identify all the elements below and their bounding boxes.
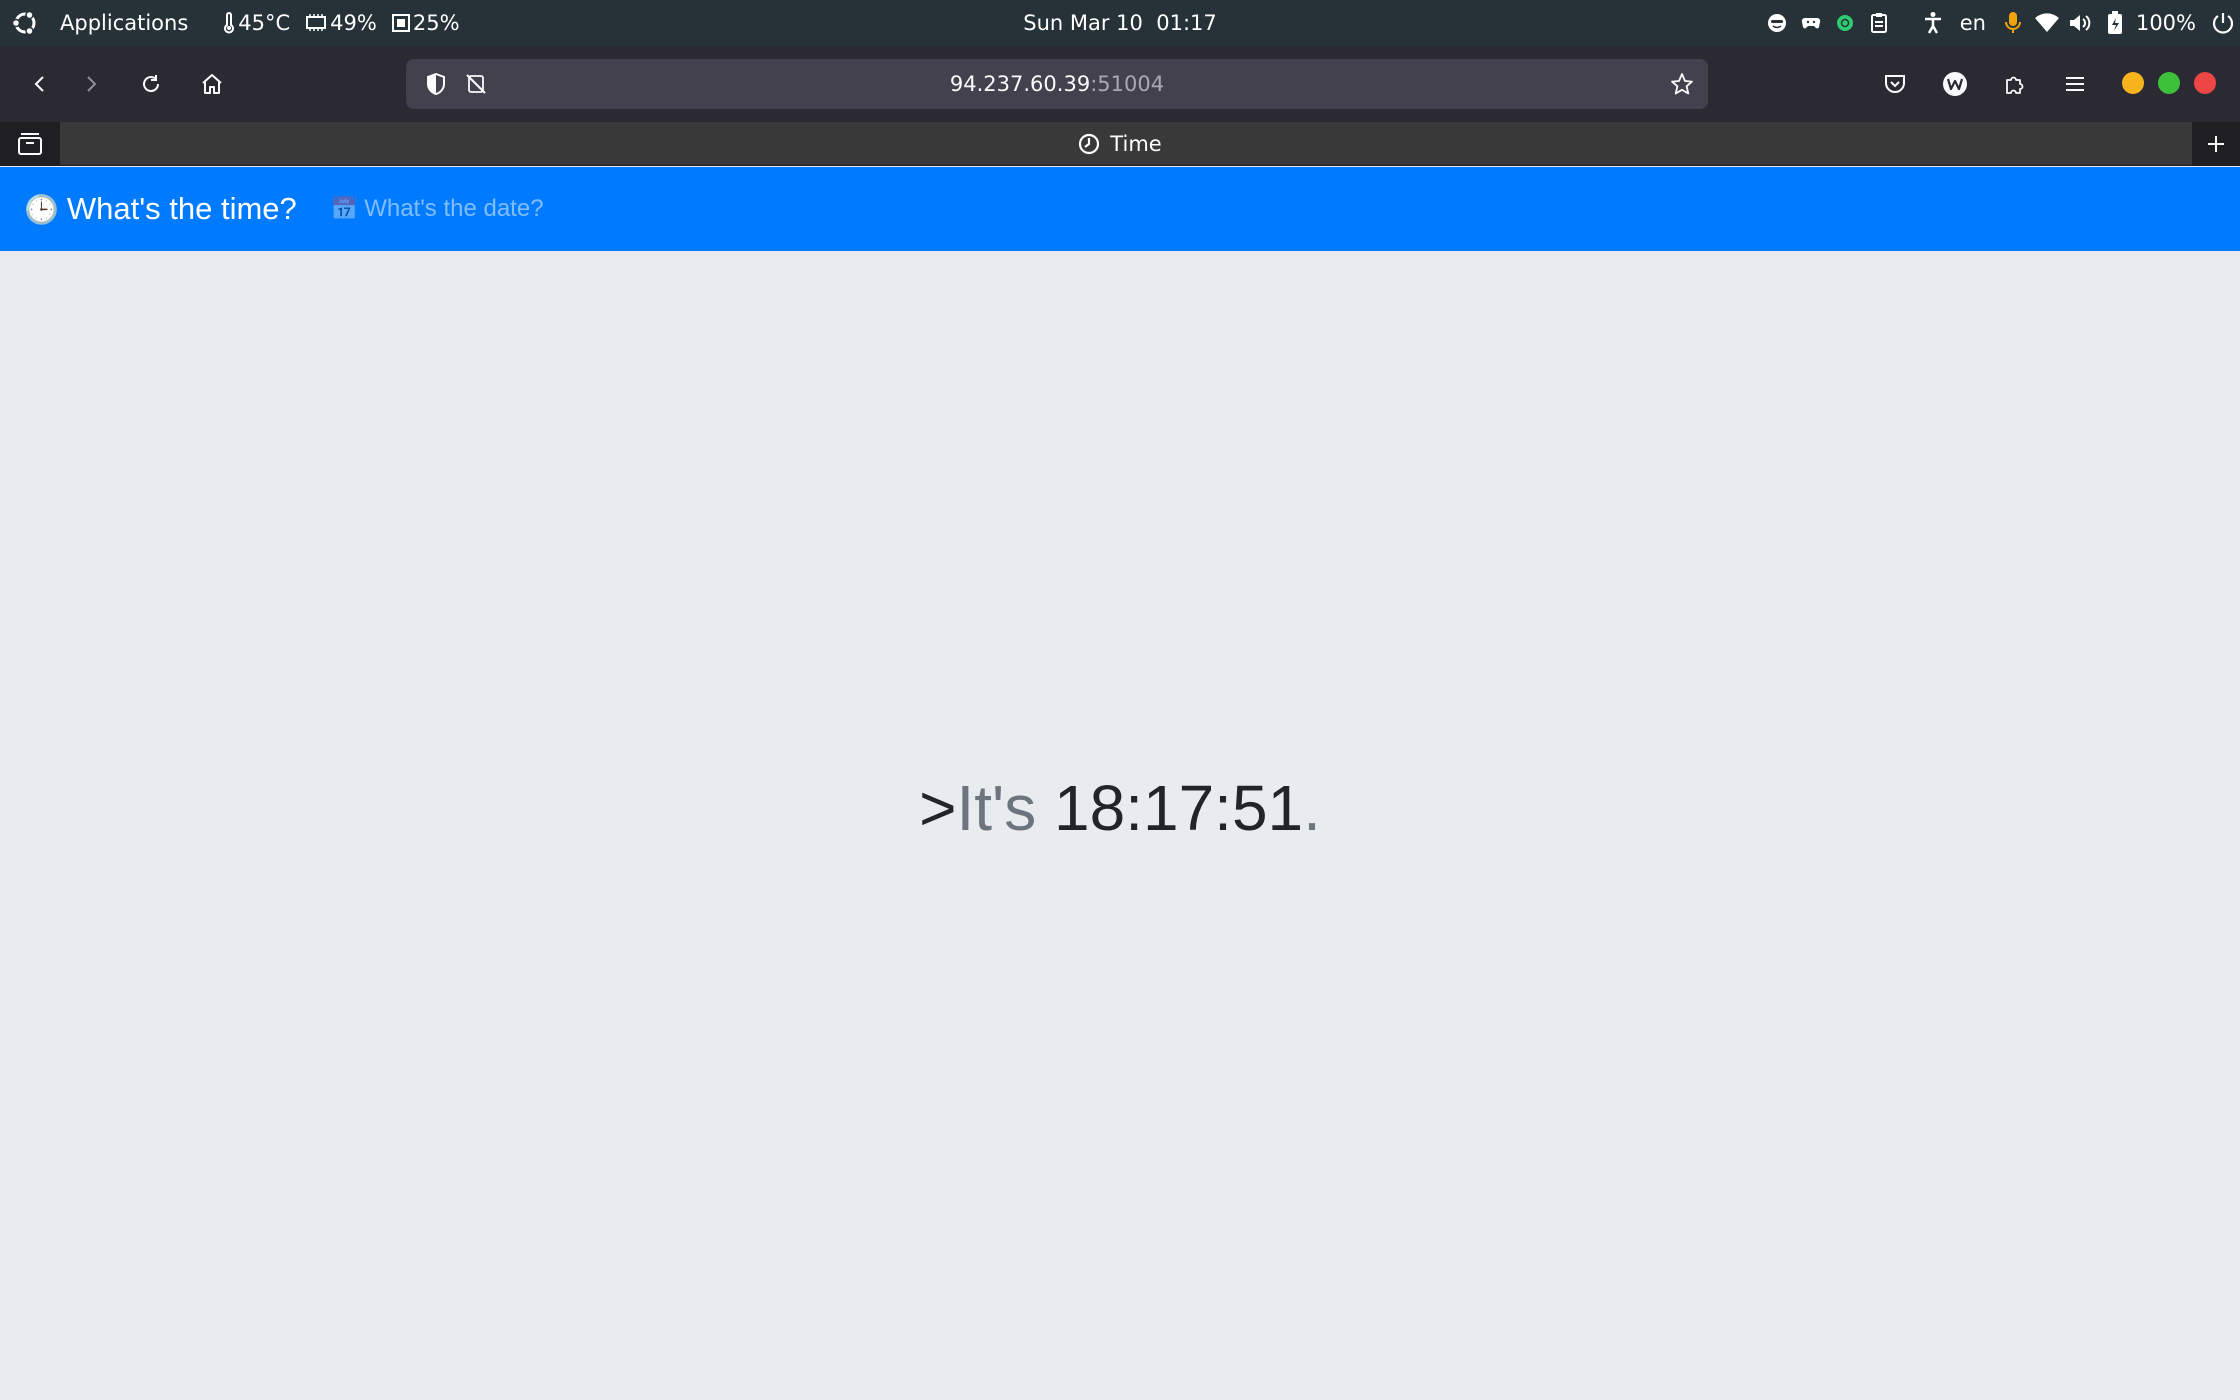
site-navbar: 🕒 What's the time? 📅 What's the date? xyxy=(0,167,2240,251)
volume-icon[interactable] xyxy=(2064,0,2098,46)
minimize-window-button[interactable] xyxy=(2122,72,2144,94)
page-body: >It's 18:17:51. xyxy=(0,251,2240,1400)
brand-label: What's the time? xyxy=(66,191,297,226)
date-link-label: What's the date? xyxy=(364,195,544,222)
keyboard-language[interactable]: en xyxy=(1950,11,1996,35)
chevron-right-icon xyxy=(87,76,97,92)
microphone-icon[interactable] xyxy=(1996,0,2030,46)
power-icon[interactable] xyxy=(2206,0,2240,46)
calendar-icon: 📅 xyxy=(330,196,359,221)
tab-favicon-icon xyxy=(1079,133,1100,155)
url-bar[interactable]: 94.237.60.39:51004 xyxy=(406,59,1708,109)
tab-strip: Time xyxy=(0,122,2240,166)
navbar-brand[interactable]: 🕒 What's the time? xyxy=(24,191,297,227)
time-display: >It's 18:17:51. xyxy=(0,771,2240,845)
reload-button[interactable] xyxy=(127,60,175,108)
thermometer-icon xyxy=(224,12,235,34)
os-clock[interactable]: Sun Mar 10 01:17 xyxy=(1023,0,1217,46)
app-menu-button[interactable] xyxy=(2051,60,2099,108)
new-tab-button[interactable] xyxy=(2192,122,2240,166)
home-button[interactable] xyxy=(188,60,236,108)
extension-w-button[interactable] xyxy=(1931,60,1979,108)
cpu-indicator[interactable]: 49% xyxy=(304,11,377,35)
memory-icon xyxy=(391,14,410,32)
nav-link-date[interactable]: 📅 What's the date? xyxy=(331,195,544,223)
extensions-button[interactable] xyxy=(1991,60,2039,108)
memory-indicator[interactable]: 25% xyxy=(391,11,460,35)
accessibility-icon[interactable] xyxy=(1916,0,1950,46)
os-top-panel: Applications 45°C 49% 25% Sun Mar 10 01:… xyxy=(0,0,2240,46)
period: . xyxy=(1303,772,1321,844)
pocket-icon xyxy=(1885,75,1905,93)
ubuntu-logo-icon[interactable] xyxy=(9,7,41,39)
time-value: 18:17:51 xyxy=(1054,772,1304,844)
puzzle-icon xyxy=(2006,76,2024,94)
battery-percent: 100% xyxy=(2135,11,2196,35)
w-extension-icon xyxy=(1943,72,1967,96)
clock-icon: 🕒 xyxy=(24,193,59,225)
its-label: It's xyxy=(956,772,1055,844)
maximize-window-button[interactable] xyxy=(2158,72,2180,94)
temperature-indicator[interactable]: 45°C xyxy=(222,11,290,35)
reload-icon xyxy=(143,75,160,93)
game-controller-icon[interactable] xyxy=(1794,0,1828,46)
back-button[interactable] xyxy=(16,60,64,108)
applications-menu[interactable]: Applications xyxy=(60,11,188,35)
home-icon xyxy=(202,74,222,94)
face-icon[interactable] xyxy=(1760,0,1794,46)
browser-toolbar: 94.237.60.39:51004 xyxy=(0,46,2240,122)
close-window-button[interactable] xyxy=(2194,72,2216,94)
pocket-button[interactable] xyxy=(1871,60,1919,108)
insecure-connection-icon[interactable] xyxy=(456,59,496,109)
battery-charging-icon[interactable] xyxy=(2098,0,2132,46)
forward-button[interactable] xyxy=(67,60,115,108)
url-text: 94.237.60.39:51004 xyxy=(949,72,1165,96)
plus-icon xyxy=(2208,136,2224,152)
bookmark-star-icon[interactable] xyxy=(1662,59,1702,109)
cpu-icon xyxy=(306,14,327,31)
tracking-protection-shield-icon[interactable] xyxy=(416,59,456,109)
hamburger-menu-icon xyxy=(2066,77,2084,91)
chevron-left-icon xyxy=(34,76,44,92)
wifi-icon[interactable] xyxy=(2030,0,2064,46)
status-green-icon[interactable] xyxy=(1828,0,1862,46)
tab-time[interactable]: Time xyxy=(0,122,2240,166)
clipboard-icon[interactable] xyxy=(1862,0,1896,46)
prefix-glyph: > xyxy=(919,772,957,844)
